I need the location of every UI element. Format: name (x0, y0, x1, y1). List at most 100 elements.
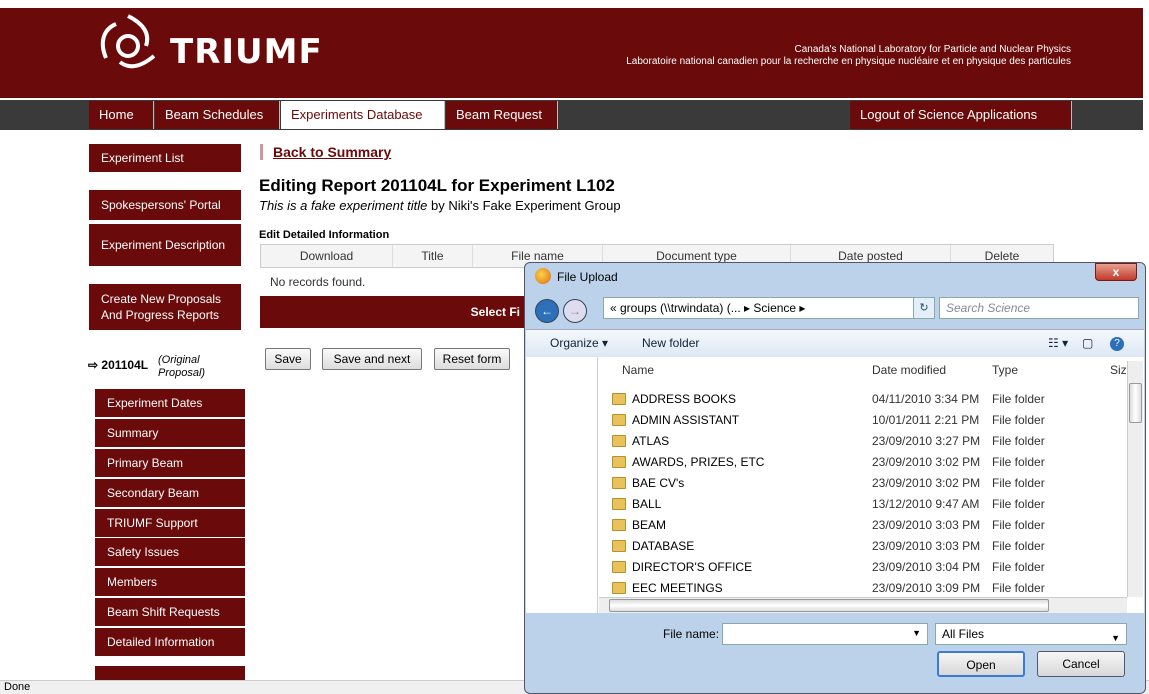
scroll-thumb[interactable] (1129, 383, 1142, 423)
col-title[interactable]: Title (393, 245, 473, 267)
folder-icon (612, 393, 626, 405)
col-name[interactable]: Name (622, 363, 654, 377)
folder-icon (612, 582, 626, 594)
sidebar-detailed-information[interactable]: Detailed Information (95, 628, 245, 656)
exp-num-text: 201104L (101, 358, 149, 372)
file-type: File folder (992, 518, 1045, 532)
file-name: ATLAS (632, 434, 670, 448)
preview-pane-icon[interactable]: ▢ (1082, 336, 1093, 350)
file-name: DATABASE (632, 539, 695, 553)
reset-form-button[interactable]: Reset form (434, 348, 510, 370)
col-download[interactable]: Download (261, 245, 393, 267)
file-date: 04/11/2010 3:34 PM (872, 392, 980, 406)
col-date-modified[interactable]: Date modified (872, 363, 946, 377)
folder-icon (612, 477, 626, 489)
list-item[interactable]: ADMIN ASSISTANT 10/01/2011 2:21 PM File fo… (608, 410, 1128, 431)
sidebar-beam-shift-requests[interactable]: Beam Shift Requests (95, 598, 245, 626)
col-type[interactable]: Type (992, 363, 1018, 377)
organize-menu[interactable]: Organize ▾ (550, 336, 608, 350)
file-date: 23/09/2010 3:02 PM (872, 455, 981, 469)
list-item[interactable]: BEAM 23/09/2010 3:03 PM File folder (608, 515, 1128, 536)
cancel-button[interactable]: Cancel (1037, 651, 1125, 677)
navigation-tree[interactable] (526, 357, 598, 613)
file-name: ADMIN ASSISTANT (632, 413, 740, 427)
col-size[interactable]: Siz (1110, 363, 1127, 377)
file-type: File folder (992, 581, 1045, 595)
list-item[interactable]: BALL 13/12/2010 9:47 AM File folder (608, 494, 1128, 515)
nav-beam-schedules[interactable]: Beam Schedules (155, 101, 280, 129)
list-item[interactable]: DIRECTOR'S OFFICE 23/09/2010 3:04 PM File … (608, 557, 1128, 578)
experiment-title: This is a fake experiment title (259, 198, 428, 213)
vertical-scrollbar[interactable] (1127, 361, 1143, 597)
new-folder-button[interactable]: New folder (642, 336, 699, 350)
nav-beam-request[interactable]: Beam Request (446, 101, 558, 129)
folder-icon (612, 519, 626, 531)
select-file-bar[interactable]: Select Fi (260, 296, 530, 328)
search-input[interactable]: Search Science (939, 297, 1139, 319)
sidebar-experiment-list[interactable]: Experiment List (89, 144, 241, 172)
sidebar-create-proposals[interactable]: Create New Proposals And Progress Report… (89, 284, 241, 330)
file-type-value: All Files (942, 627, 985, 641)
chevron-down-icon: ▼ (1111, 633, 1120, 643)
folder-icon (612, 456, 626, 468)
nav-home[interactable]: Home (89, 101, 154, 129)
list-item[interactable]: AWARDS, PRIZES, ETC 23/09/2010 3:02 PM Fil… (608, 452, 1128, 473)
folder-icon (612, 435, 626, 447)
file-type: File folder (992, 434, 1045, 448)
nav-experiments-database[interactable]: Experiments Database (281, 101, 445, 129)
sidebar-next-item[interactable] (95, 666, 245, 680)
scroll-thumb-horizontal[interactable] (609, 599, 1049, 612)
view-icon[interactable]: ☷ ▾ (1048, 336, 1068, 350)
sidebar-primary-beam[interactable]: Primary Beam (95, 449, 245, 477)
list-item[interactable]: ADDRESS BOOKS 04/11/2010 3:34 PM File fold… (608, 389, 1128, 410)
dialog-toolbar: Organize ▾ New folder ☷ ▾ ▢ ? (526, 329, 1144, 357)
folder-icon (612, 414, 626, 426)
sidebar-spokespersons-portal[interactable]: Spokespersons' Portal (89, 190, 241, 220)
sidebar-members[interactable]: Members (95, 568, 245, 596)
sidebar-secondary-beam[interactable]: Secondary Beam (95, 479, 245, 507)
refresh-icon[interactable]: ↻ (913, 297, 935, 319)
save-button[interactable]: Save (265, 348, 311, 370)
list-item[interactable]: EEC MEETINGS 23/09/2010 3:09 PM File folde… (608, 578, 1128, 599)
chevron-down-icon: ▼ (912, 628, 921, 638)
back-to-summary-link[interactable]: Back to Summary (260, 144, 391, 160)
list-item[interactable]: DATABASE 23/09/2010 3:03 PM File folder (608, 536, 1128, 557)
logo-text: TRIUMF (170, 32, 323, 72)
sidebar-experiment-description[interactable]: Experiment Description (89, 224, 241, 266)
forward-arrow-icon[interactable]: → (563, 299, 587, 323)
sidebar-summary[interactable]: Summary (95, 419, 245, 447)
folder-icon (612, 540, 626, 552)
sidebar-experiment-dates[interactable]: Experiment Dates (95, 389, 245, 417)
file-type: File folder (992, 560, 1045, 574)
site-header: TRIUMF Canada's National Laboratory for … (0, 8, 1143, 98)
sidebar-safety-issues[interactable]: Safety Issues (95, 538, 245, 566)
file-name: BAE CV's (632, 476, 685, 490)
file-type-select[interactable]: All Files ▼ (935, 623, 1127, 645)
sidebar-triumf-support[interactable]: TRIUMF Support (95, 509, 245, 537)
back-arrow-icon[interactable]: ← (535, 299, 559, 323)
close-button[interactable]: x (1095, 263, 1137, 281)
file-type: File folder (992, 497, 1045, 511)
page-subtitle: This is a fake experiment title by Niki'… (259, 198, 621, 213)
address-bar[interactable]: « groups (\\trwindata) (... ▸ Science ▸ (603, 297, 935, 319)
file-date: 23/09/2010 3:09 PM (872, 581, 981, 595)
help-icon[interactable]: ? (1110, 337, 1124, 351)
tagline-en: Canada's National Laboratory for Particl… (794, 44, 1072, 55)
open-button[interactable]: Open (937, 651, 1025, 677)
save-next-button[interactable]: Save and next (322, 348, 422, 370)
file-type: File folder (992, 455, 1045, 469)
folder-icon (612, 561, 626, 573)
list-item[interactable]: BAE CV's 23/09/2010 3:02 PM File folder (608, 473, 1128, 494)
file-date: 23/09/2010 3:03 PM (872, 539, 981, 553)
file-name-input[interactable]: ▼ (722, 623, 928, 645)
file-date: 23/09/2010 3:27 PM (872, 434, 981, 448)
file-date: 13/12/2010 9:47 AM (872, 497, 980, 511)
arrow-right-icon: ⇨ (88, 358, 102, 372)
list-item[interactable]: ATLAS 23/09/2010 3:27 PM File folder (608, 431, 1128, 452)
nav-logout[interactable]: Logout of Science Applications (850, 101, 1072, 129)
horizontal-scrollbar[interactable] (599, 597, 1127, 613)
no-records-text: No records found. (270, 275, 366, 289)
file-type: File folder (992, 539, 1045, 553)
exp-note: (Original Proposal) (158, 354, 206, 379)
file-name: BALL (632, 497, 662, 511)
